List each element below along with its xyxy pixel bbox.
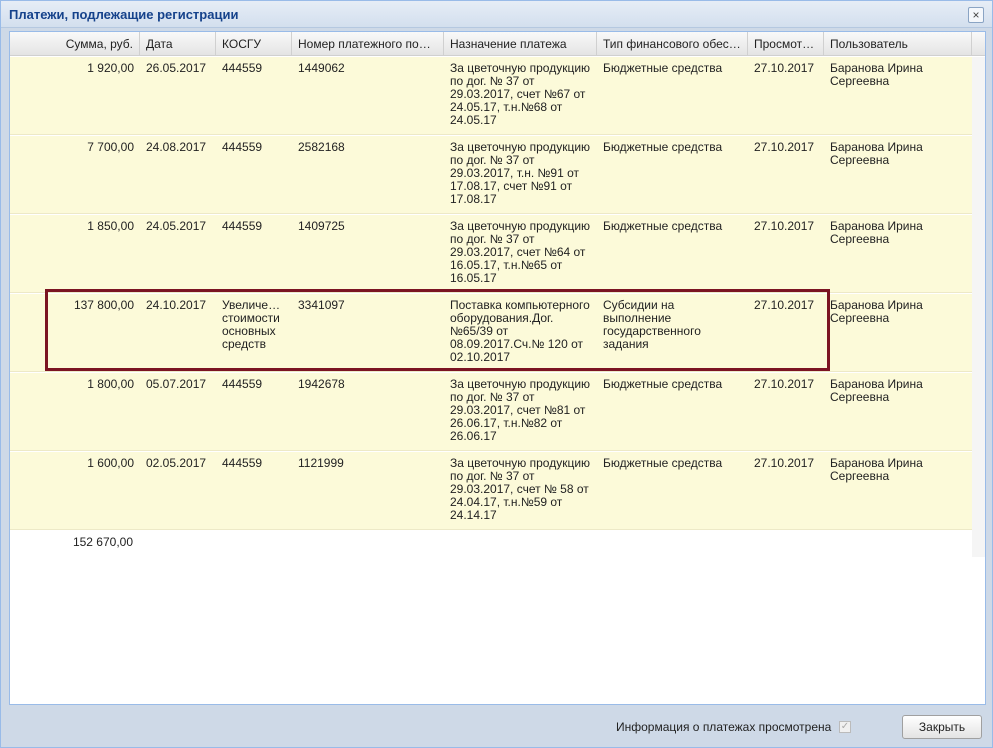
- column-header-user[interactable]: Пользователь: [824, 32, 972, 56]
- cell-viewed: 27.10.2017: [754, 299, 815, 312]
- cell-number: 1409725: [298, 220, 345, 233]
- cell-fin-type: Субсидии на выполнение государственного …: [603, 299, 701, 351]
- close-icon[interactable]: ×: [968, 7, 984, 23]
- column-header-purpose[interactable]: Назначение платежа: [444, 32, 597, 56]
- cell-sum: 7 700,00: [87, 141, 134, 154]
- grid-scrollbar[interactable]: [972, 57, 985, 557]
- cell-sum: 1 800,00: [87, 378, 134, 391]
- dialog-footer: Информация о платежах просмотрена ✓ Закр…: [1, 707, 992, 747]
- dialog-titlebar: Платежи, подлежащие регистрации ×: [1, 1, 992, 28]
- table-row[interactable]: 1 920,00 26.05.2017 444559 1449062 За цветоч…: [10, 57, 972, 135]
- cell-viewed: 27.10.2017: [754, 457, 815, 470]
- cell-kosgu: 444559: [222, 62, 263, 75]
- dialog-title: Платежи, подлежащие регистрации: [9, 7, 239, 22]
- cell-sum: 137 800,00: [73, 299, 134, 312]
- cell-fin-type: Бюджетные средства: [603, 62, 723, 75]
- column-header-date[interactable]: Дата: [140, 32, 216, 56]
- cell-sum: 1 920,00: [87, 62, 134, 75]
- cell-number: 1121999: [298, 457, 344, 470]
- cell-purpose: За цветочную продукцию по дог. № 37 от 2…: [450, 62, 591, 127]
- table-row[interactable]: 1 850,00 24.05.2017 444559 1409725 За цветоч…: [10, 215, 972, 293]
- cell-user: Баранова Ирина Сергеевна: [830, 141, 923, 167]
- cell-date: 24.08.2017: [146, 141, 207, 154]
- info-viewed-label: Информация о платежах просмотрена: [616, 720, 832, 734]
- cell-date: 24.05.2017: [146, 220, 207, 233]
- cell-viewed: 27.10.2017: [754, 220, 815, 233]
- cell-user: Баранова Ирина Сергеевна: [830, 62, 923, 88]
- cell-fin-type: Бюджетные средства: [603, 141, 723, 154]
- cell-kosgu: 444559: [222, 220, 263, 233]
- info-viewed-checkbox[interactable]: ✓: [839, 721, 851, 733]
- cell-viewed: 27.10.2017: [754, 62, 815, 75]
- close-button[interactable]: Закрыть: [902, 715, 982, 739]
- payments-grid: Сумма, руб. Дата КОСГУ Номер платежного …: [9, 31, 986, 705]
- column-header-sum[interactable]: Сумма, руб.: [10, 32, 140, 56]
- cell-kosgu: 444559: [222, 141, 263, 154]
- column-header-kosgu[interactable]: КОСГУ: [216, 32, 292, 56]
- cell-kosgu: 444559: [222, 378, 263, 391]
- cell-sum: 1 850,00: [87, 220, 134, 233]
- cell-purpose: За цветочную продукцию по дог. № 37 от 2…: [450, 220, 591, 285]
- table-row[interactable]: 1 800,00 05.07.2017 444559 1942678 За цветоч…: [10, 373, 972, 451]
- cell-fin-type: Бюджетные средства: [603, 220, 723, 233]
- payments-dialog: Платежи, подлежащие регистрации × Сумма,…: [0, 0, 993, 748]
- cell-number: 1449062: [298, 62, 345, 75]
- cell-fin-type: Бюджетные средства: [603, 457, 723, 470]
- cell-date: 26.05.2017: [146, 62, 207, 75]
- grid-header: Сумма, руб. Дата КОСГУ Номер платежного …: [10, 32, 985, 56]
- cell-number: 1942678: [298, 378, 345, 391]
- column-header-viewed[interactable]: Просмот…: [748, 32, 824, 56]
- table-row[interactable]: 1 600,00 02.05.2017 444559 1121999 За цветоч…: [10, 452, 972, 530]
- cell-kosgu: Увеличе… стоимости основных средств: [222, 299, 281, 351]
- cell-user: Баранова Ирина Сергеевна: [830, 457, 923, 483]
- cell-date: 02.05.2017: [146, 457, 207, 470]
- cell-sum: 1 600,00: [87, 457, 134, 470]
- cell-purpose: За цветочную продукцию по дог. № 37 от 2…: [450, 378, 591, 443]
- cell-date: 05.07.2017: [146, 378, 207, 391]
- cell-purpose: За цветочную продукцию по дог. № 37 от 2…: [450, 457, 591, 522]
- cell-fin-type: Бюджетные средства: [603, 378, 723, 391]
- cell-viewed: 27.10.2017: [754, 378, 815, 391]
- cell-purpose: За цветочную продукцию по дог. № 37 от 2…: [450, 141, 591, 206]
- cell-date: 24.10.2017: [146, 299, 207, 312]
- table-row[interactable]: 137 800,00 24.10.2017 Увеличе… стоимости о…: [10, 294, 972, 372]
- column-header-fin-type[interactable]: Тип финансового обес…: [597, 32, 748, 56]
- cell-user: Баранова Ирина Сергеевна: [830, 220, 923, 246]
- cell-number: 2582168: [298, 141, 345, 154]
- cell-number: 3341097: [298, 299, 345, 312]
- cell-purpose: Поставка компьютерного оборудования.Дог.…: [450, 299, 590, 364]
- cell-user: Баранова Ирина Сергеевна: [830, 378, 923, 404]
- cell-user: Баранова Ирина Сергеевна: [830, 299, 923, 325]
- cell-kosgu: 444559: [222, 457, 263, 470]
- table-row[interactable]: 7 700,00 24.08.2017 444559 2582168 За цветоч…: [10, 136, 972, 214]
- column-header-number[interactable]: Номер платежного пор…: [292, 32, 444, 56]
- total-sum: 152 670,00: [72, 535, 133, 549]
- cell-viewed: 27.10.2017: [754, 141, 815, 154]
